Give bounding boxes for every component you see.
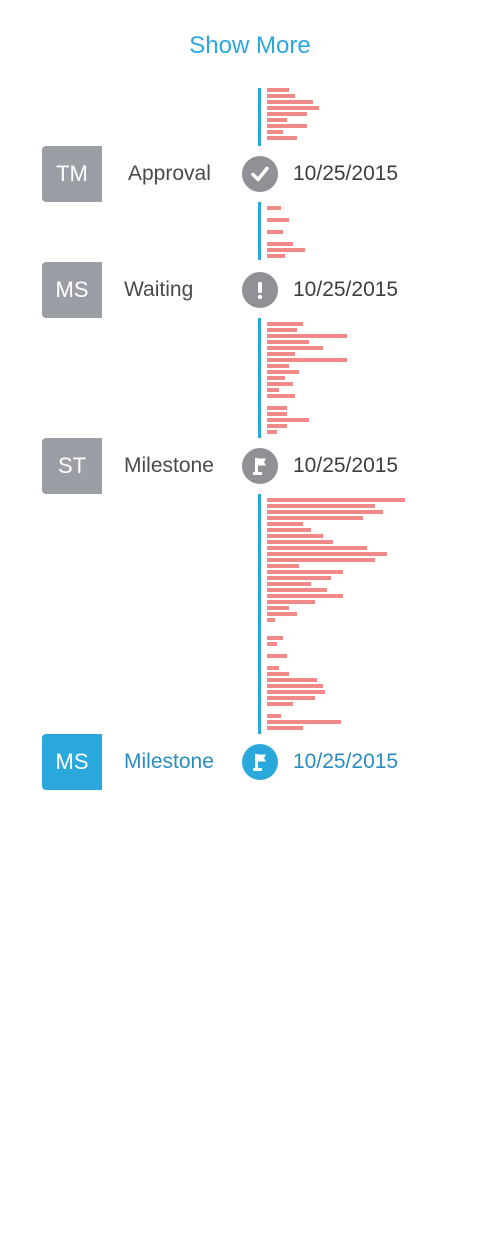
timeline-item-current[interactable]: MS Milestone 10/25/2015 [0,734,500,790]
event-date: 10/25/2015 [293,750,399,773]
avatar: MS [42,734,102,790]
exclamation-icon [242,272,278,308]
event-label: Waiting [124,278,194,301]
show-more-link[interactable]: Show More [0,32,500,60]
event-label: Milestone [124,454,214,477]
timeline-line [258,318,261,438]
timeline-item[interactable]: TM Approval 10/25/2015 [0,146,500,202]
event-date: 10/25/2015 [293,162,399,185]
event-date: 10/25/2015 [293,278,399,301]
event-label: Milestone [124,750,214,773]
avatar: MS [42,262,102,318]
flag-icon [242,448,278,484]
timeline-line [258,88,261,146]
avatar: ST [42,438,102,494]
timeline-line [258,202,261,260]
avatar: TM [42,146,102,202]
timeline-item[interactable]: ST Milestone 10/25/2015 [0,438,500,494]
timeline-line [258,494,261,734]
timeline-item[interactable]: MS Waiting 10/25/2015 [0,262,500,318]
event-label: Approval [128,162,211,185]
check-icon [242,156,278,192]
flag-icon [242,744,278,780]
event-date: 10/25/2015 [293,454,399,477]
